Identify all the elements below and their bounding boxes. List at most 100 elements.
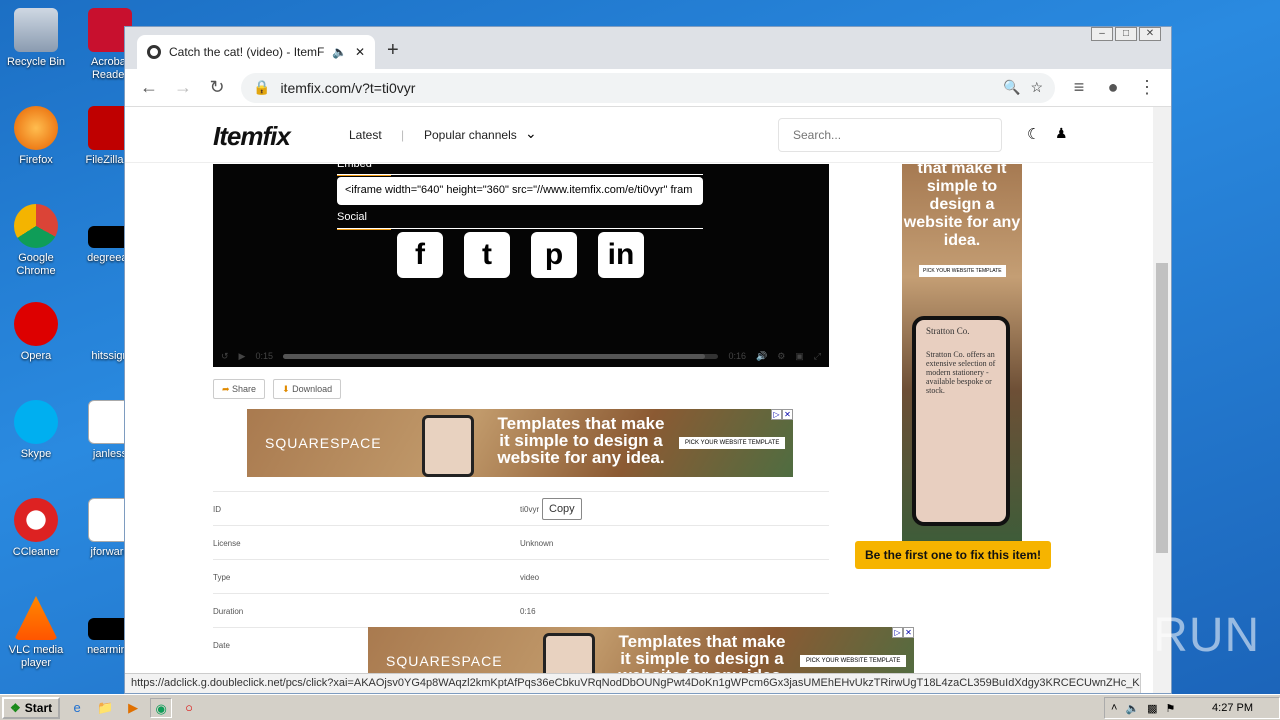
itemfix-favicon-icon (147, 45, 161, 59)
web-page: Itemfix Latest | Popular channels ⌄ ☾ ♟ … (125, 107, 1153, 693)
new-tab-icon[interactable]: + (387, 39, 399, 62)
back-icon[interactable]: ← (139, 77, 159, 98)
nav-popular-channels[interactable]: Popular channels (424, 128, 517, 142)
lock-icon: 🔒 (253, 79, 271, 95)
share-button[interactable]: ➦ Share (213, 379, 266, 399)
user-icon[interactable]: ♟ (1055, 125, 1068, 142)
adchoices-icon[interactable]: ▷ (771, 409, 782, 420)
desktop-icon-firefox[interactable]: Firefox (0, 106, 72, 167)
desktop-icon-recycle-bin[interactable]: Recycle Bin (0, 8, 72, 69)
row-value: Unknown (520, 539, 554, 548)
chrome-taskbar-icon[interactable]: ◉ (150, 697, 173, 718)
video-controls: ↺ ▶ 0:15 0:16 🔊 ⚙ ▣ ⤢ (213, 346, 829, 366)
facebook-icon[interactable]: f (397, 232, 443, 278)
social-label: Social (337, 211, 367, 223)
taskbar: ❖ Start e 📁 ▶ ◉ ○ ˄ 🔈 ▩ ⚑ 4:27 PM (0, 694, 1280, 720)
side-ad-phone: Stratton Co. Stratton Co. offers an exte… (912, 316, 1010, 526)
system-tray: ˄ 🔈 ▩ ⚑ 4:27 PM (1104, 697, 1280, 719)
ad-headline: Templates that make it simple to design a… (497, 414, 665, 467)
progress-bar[interactable] (283, 353, 719, 359)
desktop-icon-chrome[interactable]: Google Chrome (0, 204, 72, 278)
toolbar: ← → ↻ 🔒 itemfix.com/v?t=ti0vyr 🔍 ☆ ≡ ● ⋮ (125, 69, 1171, 107)
opera-icon (14, 302, 58, 346)
close-window-icon[interactable]: ✕ (1139, 27, 1161, 41)
fullscreen-icon[interactable]: ⤢ (814, 351, 821, 362)
address-bar[interactable]: 🔒 itemfix.com/v?t=ti0vyr 🔍 ☆ (241, 72, 1055, 103)
scrollbar-thumb[interactable] (1156, 263, 1168, 553)
ad-brand: SQUARESPACE (265, 435, 382, 451)
bookmark-star-icon[interactable]: ☆ (1030, 79, 1043, 96)
pinterest-icon[interactable]: p (531, 232, 577, 278)
media-player-icon[interactable]: ▶ (122, 698, 144, 718)
nav-separator: | (401, 128, 405, 142)
browser-window: Catch the cat! (video) - ItemFix 🔈 ✕ + –… (124, 26, 1172, 694)
skype-icon (14, 400, 58, 444)
browser-tab[interactable]: Catch the cat! (video) - ItemFix 🔈 ✕ (137, 35, 375, 69)
action-buttons: ➦ Share ⬇ Download (213, 379, 342, 399)
search-input[interactable] (778, 118, 1002, 152)
desktop-icon-opera[interactable]: Opera (0, 302, 72, 363)
forward-icon[interactable]: → (173, 77, 193, 98)
ad-phone-image (422, 415, 474, 477)
itemfix-logo[interactable]: Itemfix (213, 121, 291, 152)
media-control-icon[interactable]: ≡ (1069, 77, 1089, 98)
start-button[interactable]: ❖ Start (2, 696, 61, 719)
skip-icon[interactable]: ▶ (239, 351, 246, 362)
ad-cta[interactable]: PICK YOUR WEBSITE TEMPLATE (800, 655, 907, 667)
table-row: License Unknown (213, 525, 829, 559)
row-key: Duration (213, 607, 244, 616)
share-icon: ➦ (222, 384, 233, 394)
ad-close-icon[interactable]: ✕ (903, 627, 914, 638)
replay-icon[interactable]: ↺ (221, 351, 229, 362)
volume-tray-icon[interactable]: 🔈 (1125, 702, 1139, 715)
firefox-icon (14, 106, 58, 150)
fix-item-button[interactable]: Be the first one to fix this item! (855, 541, 1052, 569)
pip-icon[interactable]: ▣ (795, 351, 804, 362)
nav-latest[interactable]: Latest (349, 128, 382, 142)
menu-icon[interactable]: ⋮ (1137, 77, 1157, 98)
volume-icon[interactable]: 🔊 (756, 351, 767, 362)
reload-icon[interactable]: ↻ (207, 77, 227, 98)
tab-title: Catch the cat! (video) - ItemFix (169, 45, 324, 59)
phone-text: Stratton Co. offers an extensive selecti… (926, 350, 996, 395)
zoom-icon[interactable]: 🔍 (1003, 79, 1020, 96)
ad-cta[interactable]: PICK YOUR WEBSITE TEMPLATE (679, 437, 786, 449)
network-tray-icon[interactable]: ▩ (1147, 702, 1157, 715)
explorer-icon[interactable]: 📁 (94, 698, 116, 718)
desktop-icon-vlc[interactable]: VLC media player (0, 596, 72, 670)
settings-gear-icon[interactable]: ⚙ (777, 351, 785, 362)
anyrun-watermark: ANY RUN (1038, 609, 1261, 662)
download-button[interactable]: ⬇ Download (273, 379, 342, 399)
close-tab-icon[interactable]: ✕ (355, 45, 365, 59)
scrollbar[interactable] (1153, 107, 1171, 693)
desktop-icon-skype[interactable]: Skype (0, 400, 72, 461)
embed-code-field[interactable]: <iframe width="640" height="360" src="//… (337, 177, 703, 205)
copy-button[interactable]: Copy (542, 498, 582, 520)
tray-arrow-icon[interactable]: ˄ (1111, 702, 1117, 714)
flag-tray-icon[interactable]: ⚑ (1166, 702, 1176, 715)
opera-taskbar-icon[interactable]: ○ (178, 698, 200, 718)
minimize-icon[interactable]: – (1091, 27, 1113, 41)
maximize-icon[interactable]: □ (1115, 27, 1137, 41)
side-ad-cta[interactable]: PICK YOUR WEBSITE TEMPLATE (919, 265, 1006, 277)
embed-label: Embed (337, 158, 372, 170)
profile-icon[interactable]: ● (1103, 77, 1123, 98)
twitter-icon[interactable]: t (464, 232, 510, 278)
tab-strip: Catch the cat! (video) - ItemFix 🔈 ✕ + –… (125, 27, 1171, 69)
linkedin-icon[interactable]: in (598, 232, 644, 278)
embed-divider (337, 174, 703, 175)
side-ad-banner[interactable]: that make it simple to design a website … (902, 164, 1022, 542)
ie-icon[interactable]: e (66, 698, 88, 718)
social-divider (337, 228, 703, 229)
squarespace-ad-banner[interactable]: SQUARESPACE Templates that make it simple… (247, 409, 793, 477)
ad-close-icon[interactable]: ✕ (782, 409, 793, 420)
download-label: Download (292, 384, 333, 394)
chevron-down-icon[interactable]: ⌄ (525, 125, 537, 142)
clock[interactable]: 4:27 PM (1212, 702, 1253, 714)
video-player[interactable]: Embed <iframe width="640" height="360" s… (213, 158, 829, 367)
ad-brand: SQUARESPACE (386, 653, 503, 669)
desktop-icon-ccleaner[interactable]: CCleaner (0, 498, 72, 559)
dark-mode-icon[interactable]: ☾ (1027, 125, 1040, 143)
adchoices-icon[interactable]: ▷ (892, 627, 903, 638)
speaker-icon[interactable]: 🔈 (332, 45, 347, 59)
